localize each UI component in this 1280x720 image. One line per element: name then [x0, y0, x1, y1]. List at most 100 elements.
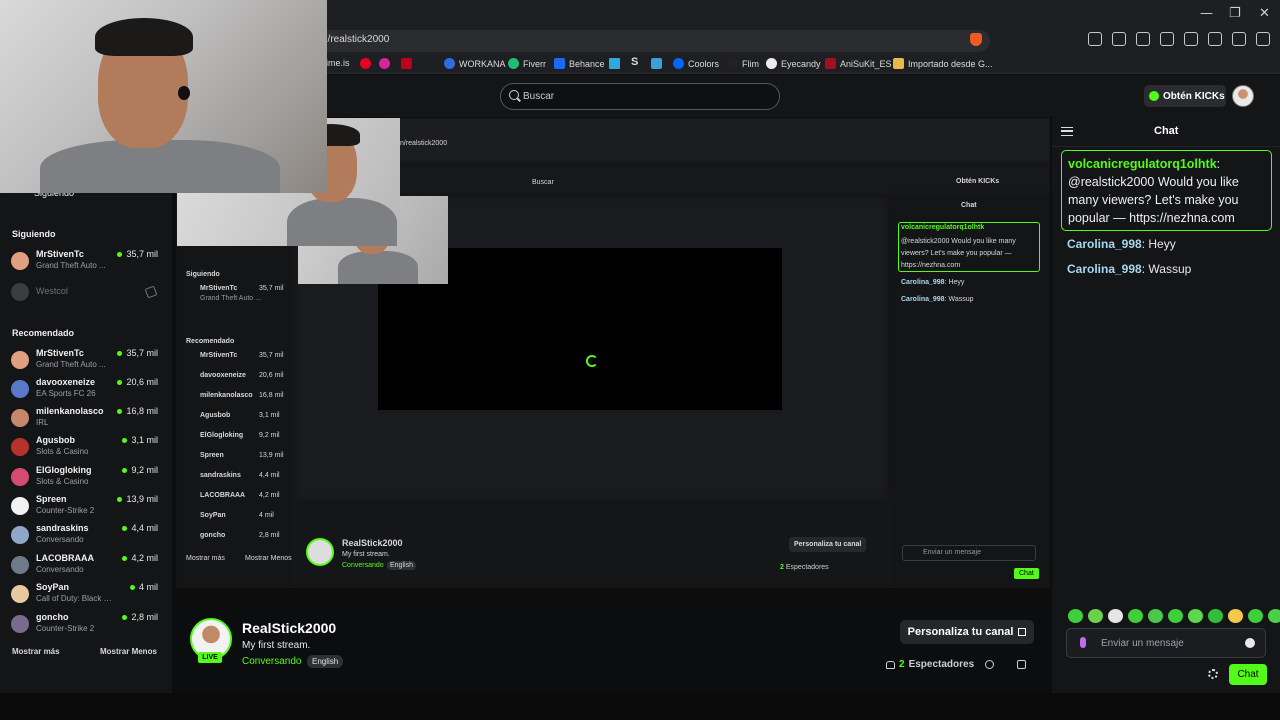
customize-channel-label: Personaliza tu canal: [907, 626, 1014, 638]
menu-icon[interactable]: [1256, 32, 1270, 46]
add-user-icon[interactable]: [1017, 660, 1026, 669]
nested-following-title: Siguiendo: [186, 271, 220, 278]
customize-channel-button[interactable]: Personaliza tu canal: [900, 620, 1034, 644]
chat-send-button[interactable]: Chat: [1229, 664, 1267, 685]
nested-sidebar: [176, 194, 292, 588]
bookmark-anime[interactable]: ime.is: [326, 58, 350, 68]
user-avatar[interactable]: [1232, 85, 1254, 107]
recommended-channel[interactable]: MrStivenTc Grand Theft Auto ... 35,7 mil: [10, 348, 162, 374]
bookmark-behance[interactable]: Behance: [554, 58, 605, 69]
url-text[interactable]: n/realstick2000: [322, 34, 389, 45]
sidebar-icon[interactable]: [1160, 32, 1174, 46]
get-kicks-label: Obtén KICKs: [1163, 90, 1225, 102]
nested-streamer-name: RealStick2000: [342, 538, 403, 548]
gear-icon[interactable]: [1208, 669, 1218, 679]
get-kicks-button[interactable]: Obtén KICKs: [1144, 85, 1226, 107]
bookmark-workana[interactable]: WORKANA: [444, 58, 506, 69]
language-tag[interactable]: English: [307, 655, 344, 668]
restore-icon[interactable]: ❐: [1229, 6, 1241, 21]
channel-category: Grand Theft Auto ...: [36, 360, 106, 369]
emote-icon[interactable]: [1188, 609, 1203, 623]
channel-category: Slots & Casino: [36, 477, 89, 486]
live-badge: LIVE: [198, 652, 222, 663]
nested-channel-viewers: 4 mil: [259, 512, 274, 519]
bookmark-imported-folder[interactable]: Importado desde G...: [893, 58, 993, 69]
emote-icon[interactable]: [1248, 609, 1263, 623]
channel-viewers: 4,4 mil: [122, 523, 158, 533]
nested-following-name: MrStivenTc: [200, 285, 238, 292]
bookmark-pinterest[interactable]: [360, 58, 371, 69]
bookmark-eyecandy[interactable]: Eyecandy: [766, 58, 821, 69]
avatar: [11, 380, 29, 398]
microphone-icon[interactable]: [1080, 637, 1086, 648]
chat-username[interactable]: volcanicregulatorq1olhtk: [1068, 157, 1217, 171]
offline-channel[interactable]: Westcol: [10, 280, 162, 306]
collapse-chat-icon[interactable]: [1061, 127, 1073, 136]
show-less-link[interactable]: Mostrar Menos: [100, 647, 157, 656]
show-more-link[interactable]: Mostrar más: [12, 647, 60, 656]
emote-icon[interactable]: [1148, 609, 1163, 623]
earbud-shape: [178, 86, 190, 100]
share-icon[interactable]: [985, 660, 994, 669]
recommended-channel[interactable]: Agusbob Slots & Casino 3,1 mil: [10, 435, 162, 461]
bookmark-arrow[interactable]: [609, 58, 620, 69]
emote-icon[interactable]: [1068, 609, 1083, 623]
recommended-channel[interactable]: sandraskins Conversando 4,4 mil: [10, 523, 162, 549]
emote-bar: [1068, 609, 1280, 623]
stream-title: My first stream.: [242, 640, 311, 651]
wallet-icon[interactable]: [1184, 32, 1198, 46]
emote-icon[interactable]: [1208, 609, 1223, 623]
bookmark-flim[interactable]: Flim: [727, 58, 759, 69]
emote-icon[interactable]: [1108, 609, 1123, 623]
emote-icon[interactable]: [1128, 609, 1143, 623]
external-link-icon: [1018, 628, 1027, 636]
music-icon[interactable]: [1136, 32, 1150, 46]
channel-category: Counter-Strike 2: [36, 506, 95, 515]
screenshot-icon[interactable]: [1112, 32, 1126, 46]
channel-category: EA Sports FC 26: [36, 389, 96, 398]
nested-channel-viewers: 35,7 mil: [259, 352, 284, 359]
close-icon[interactable]: ✕: [1259, 6, 1270, 21]
chat-message-text: @realstick2000 Would you like many viewe…: [1068, 175, 1239, 225]
recommended-channel[interactable]: ElGlogloking Slots & Casino 9,2 mil: [10, 465, 162, 491]
url-field[interactable]: [300, 30, 990, 52]
taskbar: [0, 693, 1280, 720]
channel-name: Westcol: [36, 286, 68, 296]
bookmark-anisukit[interactable]: AniSuKit_ES: [825, 58, 892, 69]
emoji-icon[interactable]: [1245, 638, 1255, 648]
emote-icon[interactable]: [1088, 609, 1103, 623]
recommended-channel[interactable]: SoyPan Call of Duty: Black O... 4 mil: [10, 582, 162, 608]
brave-shield-icon[interactable]: [970, 33, 982, 46]
nested-customize: Personaliza tu canal: [789, 537, 867, 552]
bookmark-instagram[interactable]: [379, 58, 390, 69]
nested-channel-viewers: 4,2 mil: [259, 492, 280, 499]
chat-username[interactable]: Carolina_998: [1067, 237, 1142, 251]
nested-following-viewers: 35,7 mil: [259, 285, 284, 292]
emote-icon[interactable]: [1228, 609, 1243, 623]
bookmark-red[interactable]: [401, 58, 412, 69]
leo-ai-icon[interactable]: [1208, 32, 1222, 46]
recommended-channel[interactable]: LACOBRAAA Conversando 4,2 mil: [10, 553, 162, 579]
bookmark-fiverr[interactable]: Fiverr: [508, 58, 546, 69]
following-channel[interactable]: MrStivenTc Grand Theft Auto ... 35,7 mil: [10, 249, 162, 275]
nested-show-more: Mostrar más: [186, 555, 225, 562]
recommended-channel[interactable]: goncho Counter-Strike 2 2,8 mil: [10, 612, 162, 638]
bookmark-s[interactable]: S: [631, 56, 638, 68]
recommended-channel[interactable]: davooxeneize EA Sports FC 26 20,6 mil: [10, 377, 162, 403]
vpn-icon[interactable]: [1232, 32, 1246, 46]
emote-icon[interactable]: [1268, 609, 1280, 623]
shirt-shape: [287, 198, 397, 246]
bookmark-blue[interactable]: [651, 58, 662, 69]
nested-following-game: Grand Theft Auto ...: [200, 295, 261, 302]
minimize-icon[interactable]: —: [1200, 6, 1213, 21]
chat-username[interactable]: Carolina_998: [1067, 262, 1142, 276]
channel-category: Grand Theft Auto ...: [36, 261, 106, 270]
streamer-name[interactable]: RealStick2000: [242, 620, 336, 636]
chat-message: Carolina_998: Wassup: [1067, 262, 1192, 276]
stream-category[interactable]: Conversando: [242, 656, 301, 667]
recommended-channel[interactable]: milenkanolasco IRL 16,8 mil: [10, 406, 162, 432]
bookmark-coolors[interactable]: Coolors: [673, 58, 719, 69]
recommended-channel[interactable]: Spreen Counter-Strike 2 13,9 mil: [10, 494, 162, 520]
extensions-icon[interactable]: [1088, 32, 1102, 46]
emote-icon[interactable]: [1168, 609, 1183, 623]
